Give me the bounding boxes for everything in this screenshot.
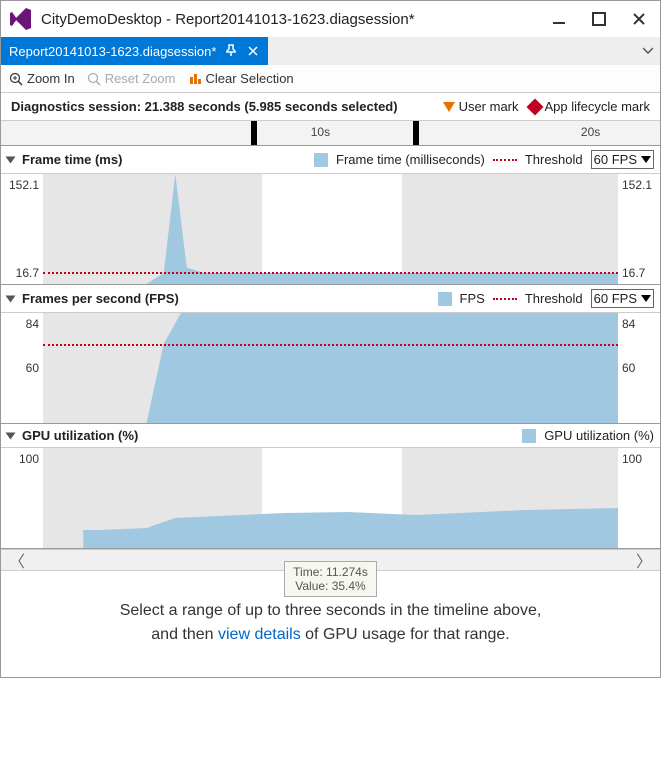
ruler-tick-20s: 20s bbox=[581, 125, 600, 139]
gpu-series-label: GPU utilization (%) bbox=[544, 428, 654, 443]
gpu-y-right: 100 bbox=[618, 448, 660, 548]
clear-selection-button[interactable]: Clear Selection bbox=[188, 71, 294, 86]
scroll-right-icon[interactable]: 〉 bbox=[636, 548, 652, 572]
frame-time-fps-select[interactable]: 60 FPS bbox=[591, 150, 654, 169]
fps-panel: Frames per second (FPS) FPS Threshold 60… bbox=[1, 285, 660, 424]
gpu-panel: GPU utilization (%) GPU utilization (%) … bbox=[1, 424, 660, 549]
gpu-header: GPU utilization (%) GPU utilization (%) bbox=[1, 424, 660, 448]
clear-selection-label: Clear Selection bbox=[206, 71, 294, 86]
titlebar: CityDemoDesktop - Report20141013-1623.di… bbox=[1, 1, 660, 37]
gpu-swatch-icon bbox=[522, 429, 536, 443]
close-icon bbox=[632, 12, 646, 26]
frame-time-chart[interactable]: 152.1 16.7 152.1 16.7 bbox=[1, 174, 660, 284]
frame-time-swatch-icon bbox=[314, 153, 328, 167]
frame-time-fps-value: 60 FPS bbox=[594, 152, 637, 167]
reset-zoom-icon bbox=[87, 72, 101, 86]
fps-threshold-label: Threshold bbox=[525, 291, 583, 306]
gpu-chart[interactable]: 100 100 bbox=[1, 448, 660, 548]
app-window: CityDemoDesktop - Report20141013-1623.di… bbox=[0, 0, 661, 678]
chevron-down-icon bbox=[641, 295, 651, 302]
user-mark-legend: User mark bbox=[443, 99, 519, 114]
fps-y-left: 84 60 bbox=[1, 313, 43, 423]
gpu-title: GPU utilization (%) bbox=[22, 428, 138, 443]
document-tab-bar: Report20141013-1623.diagsession* bbox=[1, 37, 660, 65]
threshold-sample-icon bbox=[493, 298, 517, 300]
ruler-tick-10s: 10s bbox=[311, 125, 330, 139]
fps-y-right: 84 60 bbox=[618, 313, 660, 423]
fps-fps-select[interactable]: 60 FPS bbox=[591, 289, 654, 308]
timeline-ruler[interactable]: 10s 20s bbox=[1, 120, 660, 146]
collapse-toggle[interactable] bbox=[6, 295, 16, 302]
tab-active[interactable]: Report20141013-1623.diagsession* bbox=[1, 37, 268, 65]
user-mark-icon bbox=[443, 102, 455, 112]
clear-selection-icon bbox=[188, 72, 202, 86]
lifecycle-mark-icon bbox=[526, 98, 543, 115]
frame-time-header: Frame time (ms) Frame time (milliseconds… bbox=[1, 146, 660, 174]
maximize-icon bbox=[592, 12, 606, 26]
tooltip-time: Time: 11.274s bbox=[293, 565, 368, 579]
minimize-icon bbox=[552, 12, 566, 26]
collapse-toggle[interactable] bbox=[6, 156, 16, 163]
gpu-y-left: 100 bbox=[1, 448, 43, 548]
session-summary: Diagnostics session: 21.388 seconds (5.9… bbox=[11, 99, 433, 114]
minimize-button[interactable] bbox=[546, 9, 572, 29]
fps-fps-value: 60 FPS bbox=[594, 291, 637, 306]
fps-chart[interactable]: 84 60 84 60 bbox=[1, 313, 660, 423]
fps-series-label: FPS bbox=[460, 291, 485, 306]
session-summary-bar: Diagnostics session: 21.388 seconds (5.9… bbox=[1, 93, 660, 120]
frame-time-threshold-label: Threshold bbox=[525, 152, 583, 167]
tab-overflow-chevron[interactable] bbox=[636, 37, 660, 65]
lifecycle-mark-label: App lifecycle mark bbox=[545, 99, 650, 114]
reset-zoom-button[interactable]: Reset Zoom bbox=[87, 71, 176, 86]
frame-time-y-left: 152.1 16.7 bbox=[1, 174, 43, 284]
tab-close-button[interactable] bbox=[246, 44, 260, 59]
threshold-sample-icon bbox=[493, 159, 517, 161]
fps-title: Frames per second (FPS) bbox=[22, 291, 179, 306]
chevron-down-icon bbox=[643, 46, 653, 56]
maximize-button[interactable] bbox=[586, 9, 612, 29]
frame-time-y-right: 152.1 16.7 bbox=[618, 174, 660, 284]
close-button[interactable] bbox=[626, 9, 652, 29]
frame-time-title: Frame time (ms) bbox=[22, 152, 122, 167]
zoom-in-label: Zoom In bbox=[27, 71, 75, 86]
tooltip-value: Value: 35.4% bbox=[293, 579, 368, 593]
chevron-down-icon bbox=[641, 156, 651, 163]
zoom-in-icon bbox=[9, 72, 23, 86]
reset-zoom-label: Reset Zoom bbox=[105, 71, 176, 86]
fps-swatch-icon bbox=[438, 292, 452, 306]
vs-logo-icon bbox=[9, 7, 33, 31]
diagnostics-toolbar: Zoom In Reset Zoom Clear Selection bbox=[1, 65, 660, 93]
fps-header: Frames per second (FPS) FPS Threshold 60… bbox=[1, 285, 660, 313]
tab-label: Report20141013-1623.diagsession* bbox=[9, 44, 216, 59]
collapse-toggle[interactable] bbox=[6, 432, 16, 439]
pin-icon[interactable] bbox=[224, 44, 238, 59]
scroll-left-icon[interactable]: 〈 bbox=[9, 548, 25, 572]
frame-time-panel: Frame time (ms) Frame time (milliseconds… bbox=[1, 146, 660, 285]
user-mark-label: User mark bbox=[459, 99, 519, 114]
lifecycle-mark-legend: App lifecycle mark bbox=[529, 99, 650, 114]
view-details-link[interactable]: view details bbox=[218, 626, 301, 643]
chart-tooltip: Time: 11.274s Value: 35.4% bbox=[284, 561, 377, 597]
window-title: CityDemoDesktop - Report20141013-1623.di… bbox=[41, 11, 546, 28]
frame-time-series-label: Frame time (milliseconds) bbox=[336, 152, 485, 167]
zoom-in-button[interactable]: Zoom In bbox=[9, 71, 75, 86]
